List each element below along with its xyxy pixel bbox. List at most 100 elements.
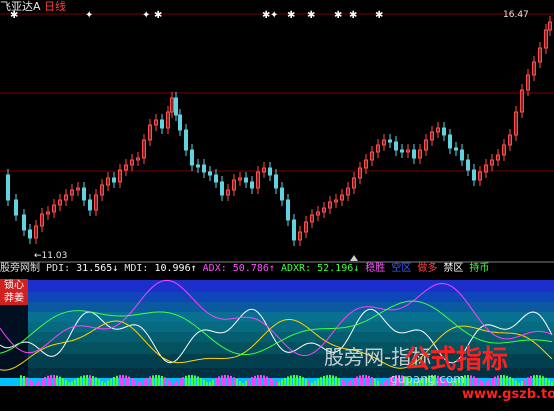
histogram-bar (83, 375, 85, 386)
histogram-bar (23, 376, 25, 386)
signal-flag-icon: ✱ (10, 10, 19, 21)
signal-flag-icon: ✱ (375, 10, 384, 21)
candle-body (442, 127, 446, 136)
signal-stable: 稳胜 (365, 263, 386, 274)
histogram-bar (266, 376, 268, 386)
histogram-bar (356, 376, 358, 386)
mdi-value: 10.996↑ (154, 263, 197, 274)
candle-body (14, 199, 18, 216)
histogram-bar (212, 379, 214, 386)
histogram-bar (497, 375, 499, 386)
histogram-bar (239, 380, 241, 386)
histogram-bar (167, 378, 169, 386)
indicator-name[interactable]: 股旁网制 (0, 263, 40, 274)
histogram-bar (203, 379, 205, 386)
histogram-bar (224, 375, 226, 386)
histogram-bar (269, 377, 271, 386)
histogram-bar (371, 377, 373, 386)
indicator-band (28, 322, 554, 332)
signal-flag-icon: ✱ (334, 10, 343, 21)
histogram-bar (95, 377, 97, 386)
histogram-bar (80, 376, 82, 386)
histogram-bar (35, 382, 37, 386)
histogram-bar (116, 375, 118, 386)
histogram-bar (365, 375, 367, 386)
histogram-bar (218, 376, 220, 386)
mdi-label: MDI: (124, 263, 149, 274)
histogram-bar (314, 380, 316, 386)
signal-hold: 持币 (469, 263, 490, 274)
histogram-bar (281, 379, 283, 386)
histogram-bar (29, 379, 31, 386)
histogram-bar (215, 377, 217, 386)
watermark-url: www.gszb.top (462, 387, 554, 402)
period-label[interactable]: 日线 (44, 0, 66, 13)
signal-flag-icon: ✱ (154, 10, 163, 21)
histogram-bar (467, 375, 469, 386)
histogram-bar (98, 379, 100, 386)
histogram-bar (512, 378, 514, 386)
pdi-value: 31.565↓ (76, 263, 119, 274)
histogram-bar (275, 381, 277, 386)
histogram-bar (272, 379, 274, 386)
histogram-bar (494, 376, 496, 386)
histogram-bar (242, 382, 244, 386)
candle-body (178, 114, 182, 131)
histogram-bar (152, 375, 154, 386)
histogram-bar (50, 375, 52, 386)
histogram-bar (206, 382, 208, 386)
histogram-bar (32, 381, 34, 386)
histogram-bar (293, 375, 295, 386)
histogram-bar (20, 375, 22, 386)
histogram-bar (26, 377, 28, 386)
histogram-bar (503, 375, 505, 386)
candle-body (160, 119, 164, 129)
histogram-bar (527, 377, 529, 386)
histogram-bar (317, 378, 319, 386)
signal-flag-icon: ✦ (270, 10, 279, 21)
candle-body (394, 141, 398, 151)
histogram-bar (53, 375, 55, 386)
candle-body (196, 164, 200, 168)
histogram-bar (473, 376, 475, 386)
histogram-bar (77, 377, 79, 386)
histogram-bar (113, 377, 115, 386)
histogram-bar (383, 380, 385, 386)
histogram-bar (179, 378, 181, 386)
histogram-bar (44, 376, 46, 386)
histogram-bar (476, 377, 478, 386)
side-label-top: 锁心 (0, 279, 28, 292)
histogram-bar (161, 375, 163, 386)
candle-body (220, 181, 224, 196)
histogram-bar (524, 379, 526, 386)
chart-window: 飞亚达A 日线 ✱ ✦ ✦ ✱ ✱ ✦ ✱ ✱ ✱ ✱ ✱ 16.47 ←11.03 股旁网制 PD… (0, 0, 554, 407)
indicator-band (28, 280, 554, 292)
histogram-bar (227, 375, 229, 386)
candle-body (412, 149, 416, 159)
histogram-bar (173, 382, 175, 386)
candle-body (388, 139, 392, 143)
histogram-bar (176, 380, 178, 386)
histogram-bar (170, 380, 172, 386)
side-label-bottom: 莽姜 (0, 292, 28, 305)
candle-body (292, 219, 296, 241)
histogram-bar (146, 377, 148, 386)
histogram-bar (182, 377, 184, 386)
signal-flag-icon: ✦ (85, 10, 94, 21)
histogram-bar (62, 378, 64, 386)
histogram-bar (536, 375, 538, 386)
candle-body (286, 199, 290, 221)
signal-flag-icon: ✦ (142, 10, 151, 21)
histogram-bar (377, 380, 379, 386)
signal-flag-icon: ✱ (287, 10, 296, 21)
histogram-bar (191, 375, 193, 386)
indicator-bar: 股旁网制 PDI: 31.565↓ MDI: 10.996↑ ADX: 50.7… (0, 262, 554, 276)
histogram-bar (257, 375, 259, 386)
histogram-bar (533, 375, 535, 386)
histogram-bar (320, 377, 322, 386)
candle-body (448, 134, 452, 149)
histogram-bar (374, 378, 376, 386)
histogram-bar (386, 378, 388, 386)
histogram-bar (233, 377, 235, 386)
histogram-bar (164, 377, 166, 386)
